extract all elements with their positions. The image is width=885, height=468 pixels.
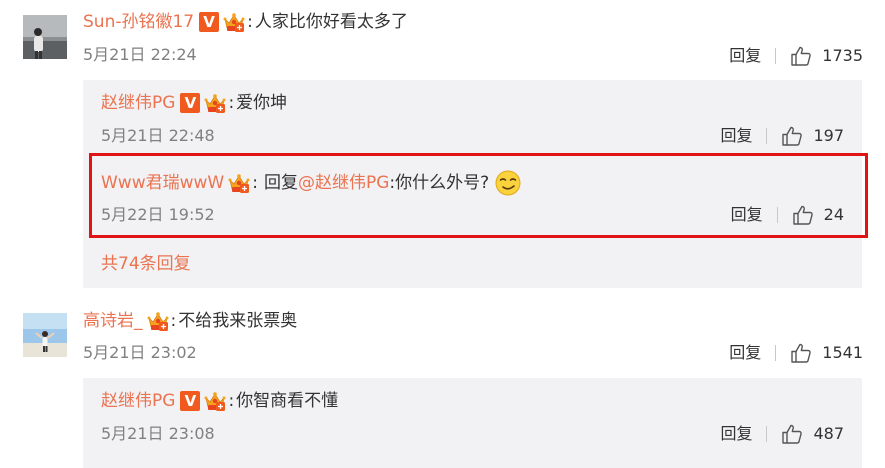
reply-prefix: 回复 (263, 173, 298, 193)
reply-button[interactable]: 回复 (729, 343, 761, 363)
sub-reply-actions: 回复 487 (720, 423, 844, 445)
thumbs-up-icon (790, 342, 812, 364)
thumbs-up-icon (792, 204, 814, 226)
like-count: 197 (813, 126, 844, 145)
verified-badge-icon: V (180, 93, 201, 113)
like-button[interactable]: 197 (781, 125, 844, 147)
vip-crown-icon (203, 92, 227, 114)
reply-button[interactable]: 回复 (720, 424, 752, 444)
divider (766, 128, 768, 144)
divider (776, 207, 778, 223)
like-button[interactable]: 24 (792, 204, 844, 226)
like-button[interactable]: 487 (781, 423, 844, 445)
sub-reply-date: 5月21日 22:48 (101, 126, 215, 145)
comment-text: 人家比你好看太多了 (254, 12, 408, 32)
avatar-gao[interactable] (23, 313, 67, 357)
vip-crown-icon (227, 172, 251, 194)
sub-reply-text: :你什么外号? (389, 173, 490, 193)
like-count: 24 (823, 205, 844, 224)
reply-button[interactable]: 回复 (731, 205, 763, 225)
colon: : (252, 173, 258, 193)
username[interactable]: 赵继伟PG (101, 390, 175, 412)
sub-reply-date: 5月22日 19:52 (101, 205, 215, 224)
colon: : (170, 311, 177, 331)
vip-crown-icon (203, 390, 227, 412)
divider (775, 345, 777, 361)
divider (775, 48, 777, 64)
like-count: 487 (813, 424, 844, 443)
comment-actions: 回复 1735 (729, 45, 863, 67)
sub-reply-date: 5月21日 23:08 (101, 424, 215, 443)
thumbs-up-icon (781, 125, 803, 147)
username[interactable]: 高诗岩_ (83, 310, 143, 332)
vip-crown-icon (222, 11, 246, 33)
sub-reply-line: 赵继伟PG V : 爱你坤 (101, 92, 287, 114)
vip-crown-icon (146, 310, 170, 332)
sub-reply-actions: 回复 24 (731, 204, 844, 226)
thumbs-up-icon (781, 423, 803, 445)
comment-line: Sun-孙铭徽17 V : 人家比你好看太多了 (83, 11, 408, 33)
sub-reply-line: 赵继伟PG V : 你智商看不懂 (101, 390, 338, 412)
like-count: 1541 (822, 343, 863, 362)
like-button[interactable]: 1735 (790, 45, 863, 67)
divider (766, 426, 768, 442)
sub-reply-text: 你智商看不懂 (236, 391, 339, 411)
more-replies-link[interactable]: 共74条回复 (101, 253, 191, 275)
colon: : (228, 93, 235, 113)
sub-reply-text: 爱你坤 (236, 93, 288, 113)
comment-date: 5月21日 22:24 (83, 45, 197, 64)
comment-line: 高诗岩_ : 不给我来张票奥 (83, 310, 297, 332)
username[interactable]: Www君瑞wwW (101, 172, 224, 194)
reply-button[interactable]: 回复 (720, 126, 752, 146)
colon: : (247, 12, 253, 32)
like-button[interactable]: 1541 (790, 342, 863, 364)
comment-actions: 回复 1541 (729, 342, 863, 364)
thumbs-up-icon (790, 45, 812, 67)
verified-badge-icon: V (199, 12, 220, 32)
reply-button[interactable]: 回复 (729, 46, 761, 66)
comment-date: 5月21日 23:02 (83, 343, 197, 362)
colon: : (228, 391, 235, 411)
like-count: 1735 (822, 46, 863, 65)
mention-link[interactable]: @赵继伟PG (298, 172, 389, 194)
sub-reply-line: Www君瑞wwW : 回复 @赵继伟PG :你什么外号? (101, 170, 521, 196)
verified-badge-icon: V (180, 391, 201, 411)
comment-text: 不给我来张票奥 (178, 311, 298, 331)
smirk-emoji-icon (495, 170, 521, 196)
username[interactable]: 赵继伟PG (101, 92, 175, 114)
sub-reply-actions: 回复 197 (720, 125, 844, 147)
username[interactable]: Sun-孙铭徽17 (83, 11, 194, 33)
avatar-sun[interactable] (23, 15, 67, 59)
